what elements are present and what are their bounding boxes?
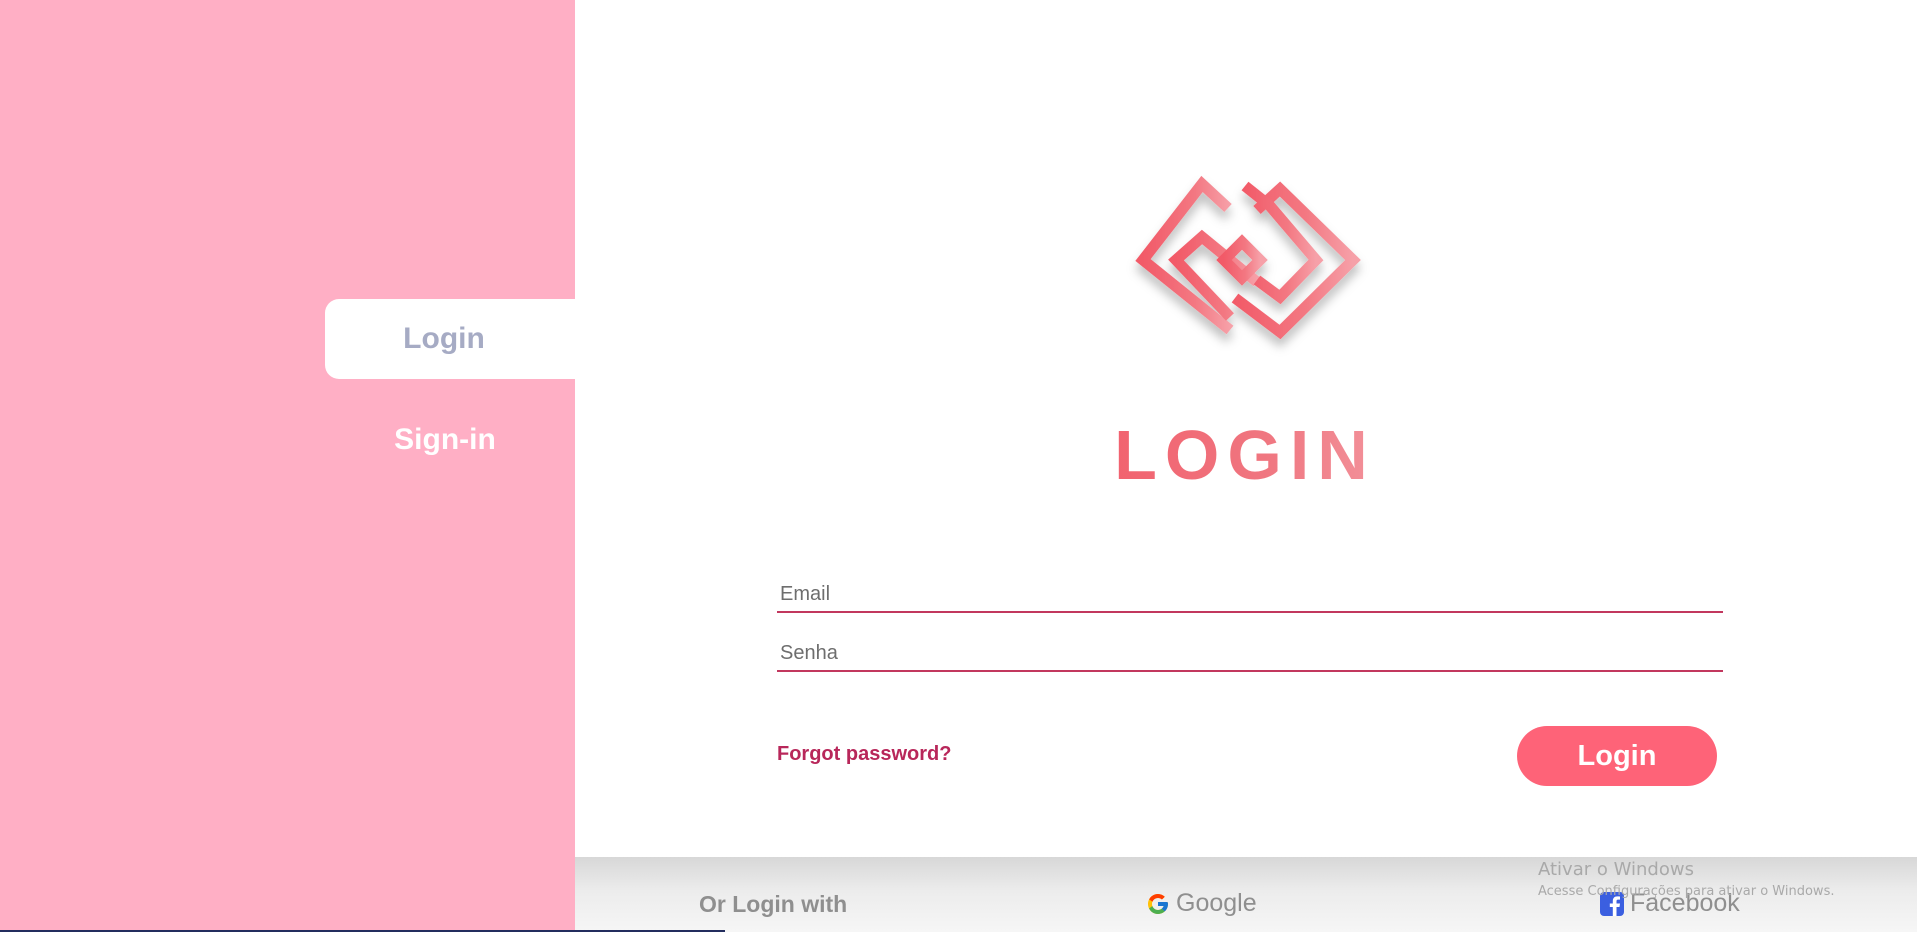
- tab-sign-in-label: Sign-in: [394, 423, 496, 456]
- page-title: LOGIN: [1050, 420, 1440, 490]
- tab-sign-in[interactable]: Sign-in: [325, 405, 565, 475]
- google-label: Google: [1176, 889, 1257, 917]
- facebook-login-button[interactable]: Facebook: [1600, 889, 1740, 918]
- google-login-button[interactable]: Google: [1146, 889, 1257, 918]
- google-g-icon: [1148, 893, 1168, 914]
- logo-icon: [1135, 175, 1361, 340]
- forgot-password-link[interactable]: Forgot password?: [777, 743, 951, 766]
- tab-login[interactable]: Login: [325, 299, 575, 379]
- or-login-label: Or Login with: [699, 891, 848, 917]
- password-field[interactable]: [777, 636, 1723, 672]
- tab-login-label: Login: [403, 322, 485, 355]
- facebook-f-icon: [1600, 891, 1624, 916]
- email-field[interactable]: [777, 577, 1723, 613]
- facebook-label: Facebook: [1630, 889, 1740, 917]
- sidebar: Login Sign-in: [0, 0, 575, 932]
- login-button[interactable]: Login: [1517, 726, 1717, 786]
